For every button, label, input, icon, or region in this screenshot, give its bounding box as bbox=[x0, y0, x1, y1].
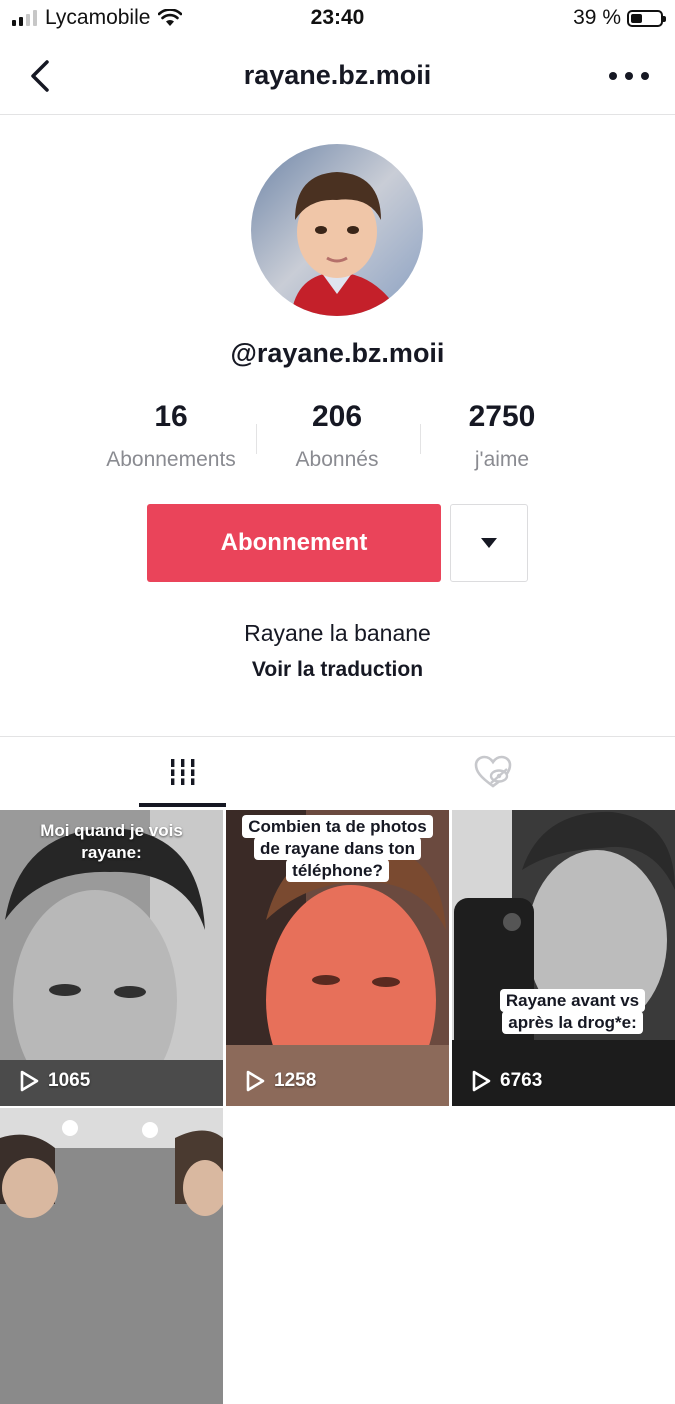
stat-likes: 2750 j'aime bbox=[402, 400, 602, 472]
view-count: 1258 bbox=[244, 1070, 316, 1092]
tab-liked-videos[interactable] bbox=[310, 737, 675, 807]
likes-count: 2750 bbox=[468, 400, 536, 433]
active-tab-indicator bbox=[139, 803, 226, 807]
page-title: rayane.bz.moii bbox=[243, 60, 432, 90]
translate-link[interactable]: Voir la traduction bbox=[0, 658, 675, 682]
liked-hidden-icon bbox=[474, 755, 511, 788]
battery-icon bbox=[627, 9, 666, 27]
bio-text: Rayane la banane bbox=[244, 620, 431, 646]
status-bar: Lycamobile 23:40 39 % bbox=[0, 0, 675, 38]
view-count: 6763 bbox=[470, 1070, 542, 1092]
grid-bars-icon bbox=[167, 759, 198, 785]
play-icon bbox=[246, 1070, 265, 1092]
follow-button[interactable]: Abonnement bbox=[147, 504, 441, 582]
battery-info: 39 % bbox=[573, 6, 666, 30]
video-thumbnail[interactable]: Combien ta de photos de rayane dans ton … bbox=[226, 810, 449, 1106]
video-caption: Moi quand je vois rayane: bbox=[40, 821, 183, 862]
video-thumbnail[interactable]: Moi quand je vois rayane: 1065 bbox=[0, 810, 223, 1106]
video-thumbnail[interactable] bbox=[0, 1108, 223, 1404]
more-options-button[interactable] bbox=[609, 66, 649, 86]
top-nav: rayane.bz.moii bbox=[0, 40, 675, 115]
battery-percent: 39 % bbox=[573, 6, 621, 29]
view-count: 1065 bbox=[18, 1070, 90, 1092]
play-icon bbox=[20, 1070, 39, 1092]
view-count-value: 1065 bbox=[48, 1070, 91, 1091]
view-count-value: 6763 bbox=[500, 1070, 543, 1091]
video-thumbnail[interactable]: Rayane avant vs après la drog*e: 6763 bbox=[452, 810, 675, 1106]
video-preview-image bbox=[452, 810, 675, 1106]
video-caption: Rayane avant vs après la drog*e: bbox=[478, 989, 667, 1034]
likes-label: j'aime bbox=[474, 448, 530, 471]
avatar[interactable] bbox=[251, 144, 423, 316]
play-icon bbox=[472, 1070, 491, 1092]
content-tabs bbox=[0, 736, 675, 809]
view-count-value: 1258 bbox=[274, 1070, 317, 1091]
caret-down-icon bbox=[481, 538, 497, 548]
more-horizontal-icon bbox=[609, 72, 617, 80]
suggested-accounts-button[interactable] bbox=[450, 504, 528, 582]
avatar-photo bbox=[251, 144, 423, 316]
video-caption: Combien ta de photos de rayane dans ton … bbox=[236, 815, 439, 882]
video-preview-image bbox=[0, 1108, 223, 1404]
profile-handle: @rayane.bz.moii bbox=[230, 338, 445, 368]
